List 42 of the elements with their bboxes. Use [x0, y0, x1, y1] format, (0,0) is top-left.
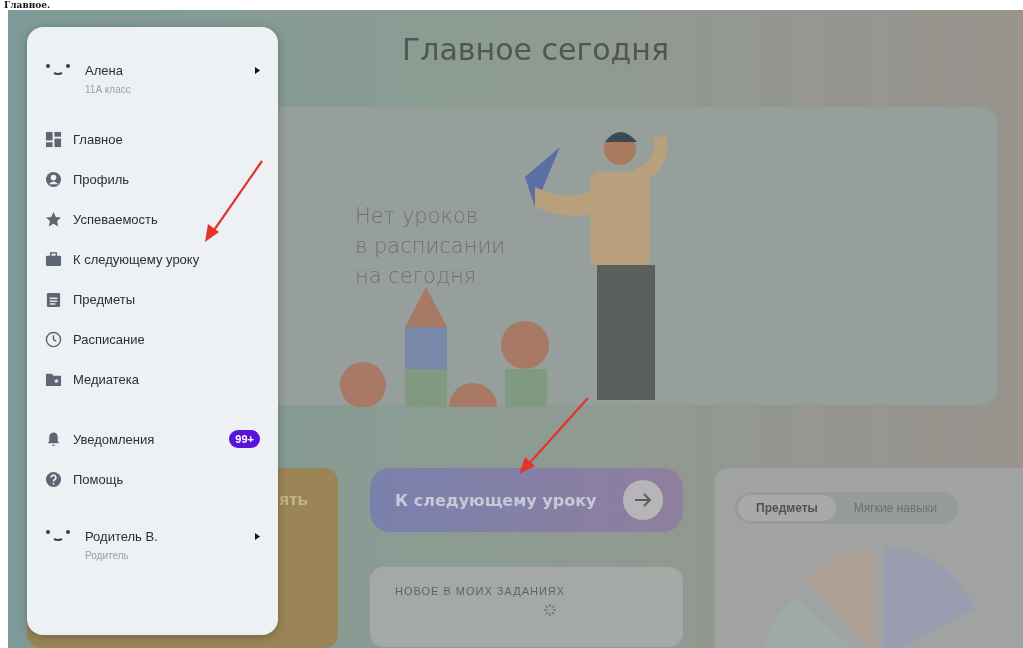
clock-icon — [45, 330, 62, 348]
page-title: Главное сегодня — [401, 32, 670, 67]
briefcase-icon — [45, 250, 62, 268]
smiley-face-icon — [45, 63, 71, 77]
menu-item[interactable]: Расписание — [45, 321, 145, 357]
smiley-face-icon — [45, 529, 71, 543]
user-name: Алена — [85, 63, 124, 78]
menu-item-label: К следующему уроку — [73, 251, 200, 267]
document-heading: Главное. — [3, 0, 52, 10]
dashboard-icon — [45, 130, 62, 148]
menu-item[interactable]: Медиатека — [45, 361, 139, 397]
menu-item-label: Медиатека — [73, 371, 139, 387]
caret-icon[interactable] — [255, 533, 260, 540]
user-switcher[interactable]: Алена 11А класс — [45, 63, 260, 95]
loading-spinner-icon — [543, 603, 558, 617]
user-class: 11А класс — [85, 84, 132, 95]
bell-icon — [45, 430, 62, 448]
menu-item[interactable]: К следующему уроку — [45, 241, 200, 277]
caret-icon[interactable] — [255, 67, 260, 74]
parent-switcher[interactable]: Родитель В. Родитель — [45, 529, 260, 561]
menu-item-label: Расписание — [73, 331, 145, 347]
menu-item[interactable]: Профиль — [45, 161, 130, 197]
parent-role: Родитель — [85, 550, 130, 561]
menu-item-label: Успеваемость — [73, 211, 158, 227]
help-icon — [45, 470, 62, 488]
parent-name: Родитель В. — [85, 529, 159, 544]
menu-item-label: Помощь — [73, 471, 124, 487]
menu-item-label: Главное — [73, 131, 123, 147]
tasks-card-title: НОВОЕ В МОИХ ЗАДАНИЯХ — [395, 585, 566, 597]
menu-item[interactable]: Успеваемость — [45, 201, 158, 237]
arrow-right-icon — [623, 480, 664, 520]
menu-item-label: Уведомления — [73, 431, 156, 447]
menu-item[interactable]: Помощь — [45, 461, 124, 497]
profile-icon — [45, 170, 62, 188]
menu-item[interactable]: Предметы — [45, 281, 136, 317]
star-icon — [45, 210, 62, 228]
menu-item-label: Предметы — [73, 291, 136, 307]
menu-item-label: Профиль — [73, 171, 130, 187]
clipboard-icon — [45, 290, 62, 308]
notification-count: 99+ — [229, 430, 260, 448]
menu-item[interactable]: Главное — [45, 121, 123, 157]
menu-item[interactable]: Уведомления 99+ — [45, 421, 260, 457]
